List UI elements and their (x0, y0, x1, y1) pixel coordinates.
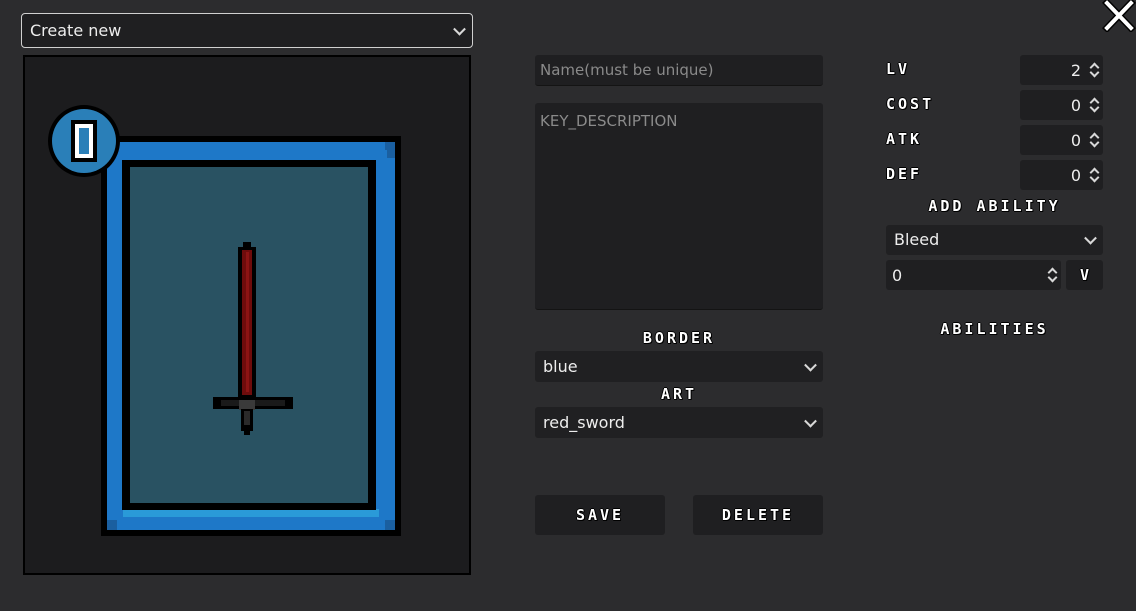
card-select-value: Create new (30, 20, 122, 40)
ability-value: Bleed (894, 230, 940, 249)
chevron-down-icon (804, 414, 817, 428)
spin-arrows-icon[interactable] (1089, 133, 1099, 147)
spin-arrows-icon[interactable] (1089, 98, 1099, 112)
art-value: red_sword (543, 412, 625, 432)
description-textarea[interactable]: KEY_DESCRIPTION (535, 103, 823, 310)
save-button-label: SAVE (575, 506, 625, 524)
card-select-dropdown[interactable]: Create new (21, 13, 473, 48)
def-value: 0 (1070, 165, 1081, 185)
ability-amount-spinbox[interactable]: 0 (886, 260, 1061, 290)
name-input[interactable]: Name(must be unique) (535, 55, 823, 86)
art-dropdown[interactable]: red_sword (535, 407, 823, 438)
add-ability-label: ADD ABILITY (928, 197, 1061, 215)
ability-dropdown[interactable]: Bleed (886, 225, 1103, 255)
name-placeholder: Name(must be unique) (540, 61, 714, 79)
def-label: DEF (886, 165, 923, 183)
atk-spinbox[interactable]: 0 (1020, 125, 1103, 155)
lv-label: LV (886, 60, 911, 78)
delete-button-label: DELETE (721, 506, 795, 524)
cost-label: COST (886, 95, 935, 113)
border-value: blue (543, 356, 578, 376)
add-ability-button-label: V (1079, 266, 1090, 284)
close-icon (1102, 0, 1136, 33)
save-button[interactable]: SAVE (535, 495, 665, 535)
atk-value: 0 (1070, 130, 1081, 150)
card-image (48, 105, 401, 536)
lv-spinbox[interactable]: 2 (1020, 55, 1103, 85)
ability-amount-value: 0 (892, 265, 903, 285)
description-placeholder: KEY_DESCRIPTION (540, 112, 678, 130)
border-dropdown[interactable]: blue (535, 351, 823, 382)
atk-label: ATK (886, 130, 923, 148)
cost-spinbox[interactable]: 0 (1020, 90, 1103, 120)
lv-value: 2 (1070, 60, 1081, 80)
chevron-down-icon (1084, 231, 1097, 245)
abilities-list-label: ABILITIES (940, 320, 1049, 338)
add-ability-button[interactable]: V (1066, 260, 1103, 290)
border-label: BORDER (642, 329, 716, 347)
cost-value: 0 (1070, 95, 1081, 115)
art-label: ART (660, 385, 698, 403)
chevron-down-icon (804, 358, 817, 372)
def-spinbox[interactable]: 0 (1020, 160, 1103, 190)
spin-arrows-icon[interactable] (1089, 63, 1099, 77)
card-preview (23, 55, 471, 575)
delete-button[interactable]: DELETE (693, 495, 823, 535)
spin-arrows-icon[interactable] (1047, 268, 1057, 282)
chevron-down-icon (453, 22, 466, 36)
spin-arrows-icon[interactable] (1089, 168, 1099, 182)
close-button[interactable] (1102, 0, 1136, 33)
